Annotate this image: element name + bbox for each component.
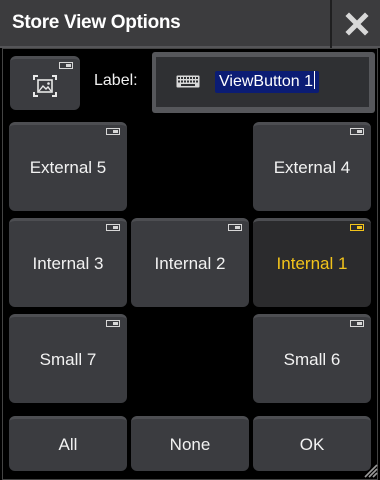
label-input[interactable]: ViewButton 1 (152, 52, 375, 113)
view-button-external-5[interactable]: External 5 (9, 122, 127, 211)
view-button-internal-3[interactable]: Internal 3 (9, 218, 127, 307)
resize-grip-icon[interactable] (362, 462, 378, 478)
button-indicator (228, 224, 242, 231)
view-button-internal-1[interactable]: Internal 1 (253, 218, 371, 307)
label-input-value[interactable]: ViewButton 1 (215, 71, 319, 93)
ok-button[interactable]: OK (253, 416, 371, 471)
button-indicator (106, 128, 120, 135)
view-button-label: Internal 2 (154, 254, 226, 273)
dialog-title: Store View Options (12, 12, 181, 33)
button-indicator (350, 128, 364, 135)
view-button-label: External 4 (273, 158, 351, 177)
view-button-label: Internal 3 (32, 254, 104, 273)
label-caption: Label: (94, 72, 138, 89)
keyboard-icon[interactable] (176, 75, 200, 88)
button-indicator (350, 320, 364, 327)
button-indicator (59, 62, 73, 69)
button-indicator (106, 320, 120, 327)
view-button-internal-2[interactable]: Internal 2 (131, 218, 249, 307)
view-button-label: Small 6 (283, 350, 341, 369)
none-button-label: None (169, 435, 211, 454)
none-button[interactable]: None (131, 416, 249, 471)
view-button-small-6[interactable]: Small 6 (253, 314, 371, 403)
view-button-label: Internal 1 (276, 254, 348, 273)
image-icon (33, 74, 57, 97)
button-indicator (106, 224, 120, 231)
close-button[interactable] (330, 0, 380, 48)
view-button-label: External 5 (29, 158, 107, 177)
all-button-label: All (58, 435, 78, 454)
all-button[interactable]: All (9, 416, 127, 471)
view-button-external-4[interactable]: External 4 (253, 122, 371, 211)
ok-button-label: OK (299, 435, 325, 454)
image-button[interactable] (10, 56, 80, 110)
label-input-inner[interactable]: ViewButton 1 (156, 57, 369, 107)
view-button-label: Small 7 (39, 350, 97, 369)
title-bar: Store View Options (0, 0, 380, 48)
button-indicator-active (350, 224, 364, 231)
close-icon (345, 12, 369, 36)
view-button-small-7[interactable]: Small 7 (9, 314, 127, 403)
